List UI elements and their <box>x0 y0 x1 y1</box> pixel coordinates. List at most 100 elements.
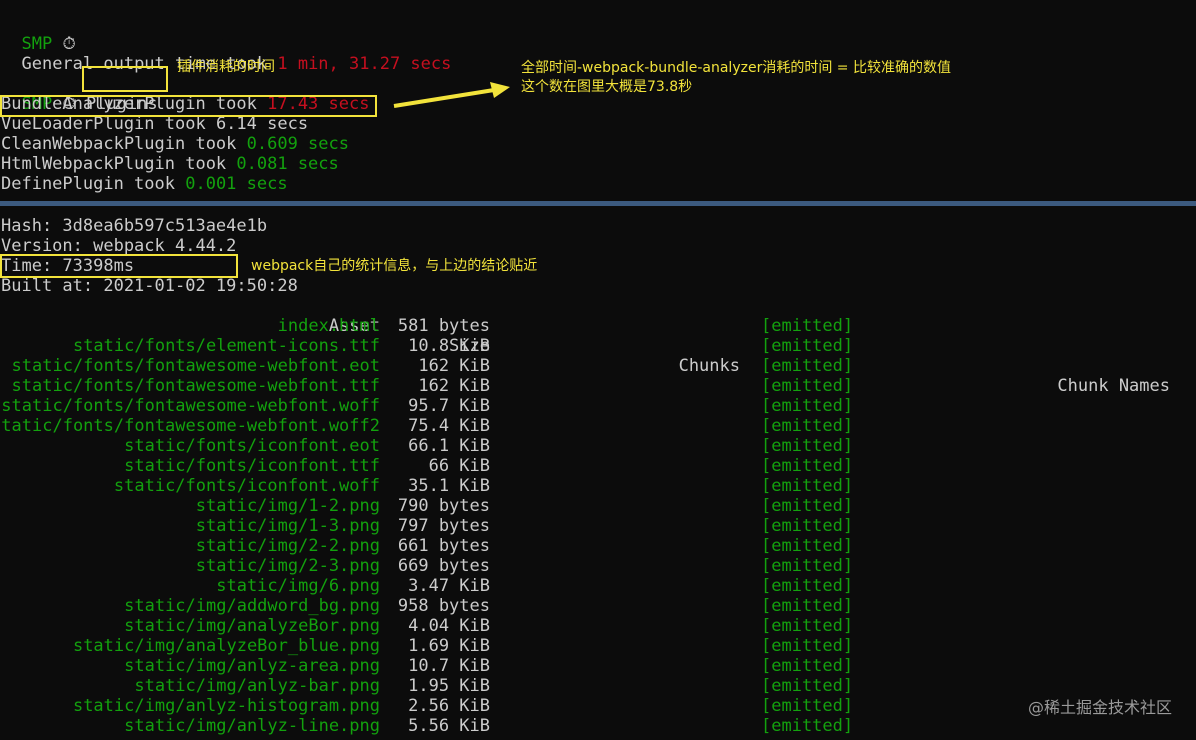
bundle-analyzer-highlight-box <box>0 95 377 117</box>
status-cell: [emitted] <box>761 556 854 576</box>
plugins-annotation: 插件消耗的时间 <box>177 59 275 75</box>
table-row: static/fonts/fontawesome-webfont.eot 162 … <box>0 356 1196 376</box>
watermark: @稀土掘金技术社区 <box>1027 698 1172 717</box>
size-cell: 66.1 KiB <box>408 436 490 456</box>
asset-cell: static/fonts/fontawesome-webfont.eot <box>11 356 380 376</box>
size-cell: 10.8 KiB <box>408 336 490 356</box>
table-row: static/img/1-3.png 797 bytes [emitted] <box>0 516 1196 536</box>
table-row: static/img/analyzeBor.png 4.04 KiB [emitte… <box>0 616 1196 636</box>
size-cell: 75.4 KiB <box>408 416 490 436</box>
plugin-name: DefinePlugin took <box>1 174 186 194</box>
table-row: static/img/1-2.png 790 bytes [emitted] <box>0 496 1196 516</box>
arrow-icon <box>393 82 510 108</box>
size-cell: 958 bytes <box>397 596 490 616</box>
status-cell: [emitted] <box>761 476 854 496</box>
status-cell: [emitted] <box>761 396 854 416</box>
build-stats-pane: Hash: 3d8ea6b597c513ae4e1b Version: webp… <box>0 206 1196 740</box>
bundle-annotation-line1: 全部时间-webpack-bundle-analyzer消耗的时间 = 比较准确… <box>521 60 951 76</box>
plugin-name: VueLoaderPlugin took <box>1 114 216 134</box>
size-cell: 66 KiB <box>428 456 490 476</box>
status-cell: [emitted] <box>761 516 854 536</box>
asset-cell: static/img/1-3.png <box>195 516 380 536</box>
version-line: Version: webpack 4.44.2 <box>1 236 237 256</box>
size-cell: 790 bytes <box>397 496 490 516</box>
asset-cell: static/img/6.png <box>216 576 380 596</box>
asset-cell: static/img/addword_bg.png <box>124 596 380 616</box>
time-highlight-box <box>0 254 238 278</box>
status-cell: [emitted] <box>761 376 854 396</box>
asset-cell: static/img/1-2.png <box>195 496 380 516</box>
table-row: static/img/addword_bg.png 958 bytes [emitt… <box>0 596 1196 616</box>
smp-header: SMP ⏱ <box>1 14 75 54</box>
asset-cell: static/fonts/iconfont.ttf <box>124 456 380 476</box>
table-row: static/img/anlyz-line.png 5.56 KiB [emitte… <box>0 716 1196 736</box>
table-row: index.html 581 bytes [emitted] <box>0 316 1196 336</box>
table-row: static/fonts/element-icons.ttf 10.8 KiB [e… <box>0 336 1196 356</box>
size-cell: 661 bytes <box>397 536 490 556</box>
size-cell: 1.95 KiB <box>408 676 490 696</box>
status-cell: [emitted] <box>761 336 854 356</box>
size-cell: 10.7 KiB <box>408 656 490 676</box>
size-cell: 162 KiB <box>418 376 490 396</box>
status-cell: [emitted] <box>761 356 854 376</box>
plugin-time: 0.001 secs <box>185 174 288 194</box>
table-row: static/fonts/iconfont.eot 66.1 KiB [emitte… <box>0 436 1196 456</box>
size-cell: 95.7 KiB <box>408 396 490 416</box>
table-row: static/img/analyzeBor_blue.png 1.69 KiB [e… <box>0 636 1196 656</box>
plugin-line: DefinePlugin took 0.001 secs <box>1 174 288 194</box>
asset-cell: static/fonts/fontawesome-webfont.woff2 <box>0 416 380 436</box>
plugin-time: 6.14 secs <box>215 114 309 134</box>
status-cell: [emitted] <box>761 456 854 476</box>
asset-cell: index.html <box>277 316 380 336</box>
status-cell: [emitted] <box>761 316 854 336</box>
size-cell: 669 bytes <box>397 556 490 576</box>
status-cell: [emitted] <box>761 716 854 736</box>
asset-cell: static/img/anlyz-histogram.png <box>72 696 380 716</box>
table-row: static/fonts/fontawesome-webfont.woff2 75… <box>0 416 1196 436</box>
asset-cell: static/img/2-3.png <box>195 556 380 576</box>
asset-cell: static/img/2-2.png <box>195 536 380 556</box>
status-cell: [emitted] <box>761 536 854 556</box>
built-at-line: Built at: 2021-01-02 19:50:28 <box>1 276 298 296</box>
asset-cell: static/fonts/element-icons.ttf <box>72 336 380 356</box>
size-cell: 5.56 KiB <box>408 716 490 736</box>
plugin-line: CleanWebpackPlugin took 0.609 secs <box>1 134 349 154</box>
bundle-annotation-line2: 这个数在图里大概是73.8秒 <box>521 79 693 95</box>
asset-cell: static/fonts/iconfont.woff <box>113 476 380 496</box>
size-cell: 581 bytes <box>397 316 490 336</box>
size-cell: 35.1 KiB <box>408 476 490 496</box>
asset-cell: static/img/analyzeBor.png <box>124 616 380 636</box>
asset-cell: static/img/anlyz-line.png <box>124 716 380 736</box>
general-output-line: General output time took 1 min, 31.27 se… <box>1 34 451 74</box>
asset-cell: static/img/anlyz-area.png <box>124 656 380 676</box>
general-output-time: 1 min, 31.27 secs <box>277 54 452 74</box>
status-cell: [emitted] <box>761 696 854 716</box>
time-annotation: webpack自己的统计信息，与上边的结论贴近 <box>251 258 538 274</box>
size-cell: 1.69 KiB <box>408 636 490 656</box>
plugin-time: 0.081 secs <box>236 154 339 174</box>
size-cell: 3.47 KiB <box>408 576 490 596</box>
asset-cell: static/img/analyzeBor_blue.png <box>72 636 380 656</box>
table-row: static/img/2-3.png 669 bytes [emitted] <box>0 556 1196 576</box>
status-cell: [emitted] <box>761 496 854 516</box>
table-row: static/img/anlyz-histogram.png 2.56 KiB [e… <box>0 696 1196 716</box>
size-cell: 797 bytes <box>397 516 490 536</box>
asset-cell: static/img/anlyz-bar.png <box>134 676 380 696</box>
table-row: static/fonts/fontawesome-webfont.ttf 162 … <box>0 376 1196 396</box>
table-row: static/img/6.png 3.47 KiB [emitted] <box>0 576 1196 596</box>
plugin-line: HtmlWebpackPlugin took 0.081 secs <box>1 154 339 174</box>
status-cell: [emitted] <box>761 436 854 456</box>
plugin-name: CleanWebpackPlugin took <box>1 134 247 154</box>
asset-cell: static/fonts/fontawesome-webfont.woff <box>1 396 380 416</box>
status-cell: [emitted] <box>761 636 854 656</box>
table-header: Asset Size Chunks Chunk Names <box>0 296 1196 396</box>
table-row: static/fonts/fontawesome-webfont.woff 95.… <box>0 396 1196 416</box>
table-row: static/fonts/iconfont.ttf 66 KiB [emitted] <box>0 456 1196 476</box>
status-cell: [emitted] <box>761 676 854 696</box>
status-cell: [emitted] <box>761 416 854 436</box>
size-cell: 162 KiB <box>418 356 490 376</box>
plugins-highlight-box <box>82 66 168 92</box>
table-row: static/img/2-2.png 661 bytes [emitted] <box>0 536 1196 556</box>
table-row: static/img/anlyz-area.png 10.7 KiB [emitte… <box>0 656 1196 676</box>
status-cell: [emitted] <box>761 576 854 596</box>
